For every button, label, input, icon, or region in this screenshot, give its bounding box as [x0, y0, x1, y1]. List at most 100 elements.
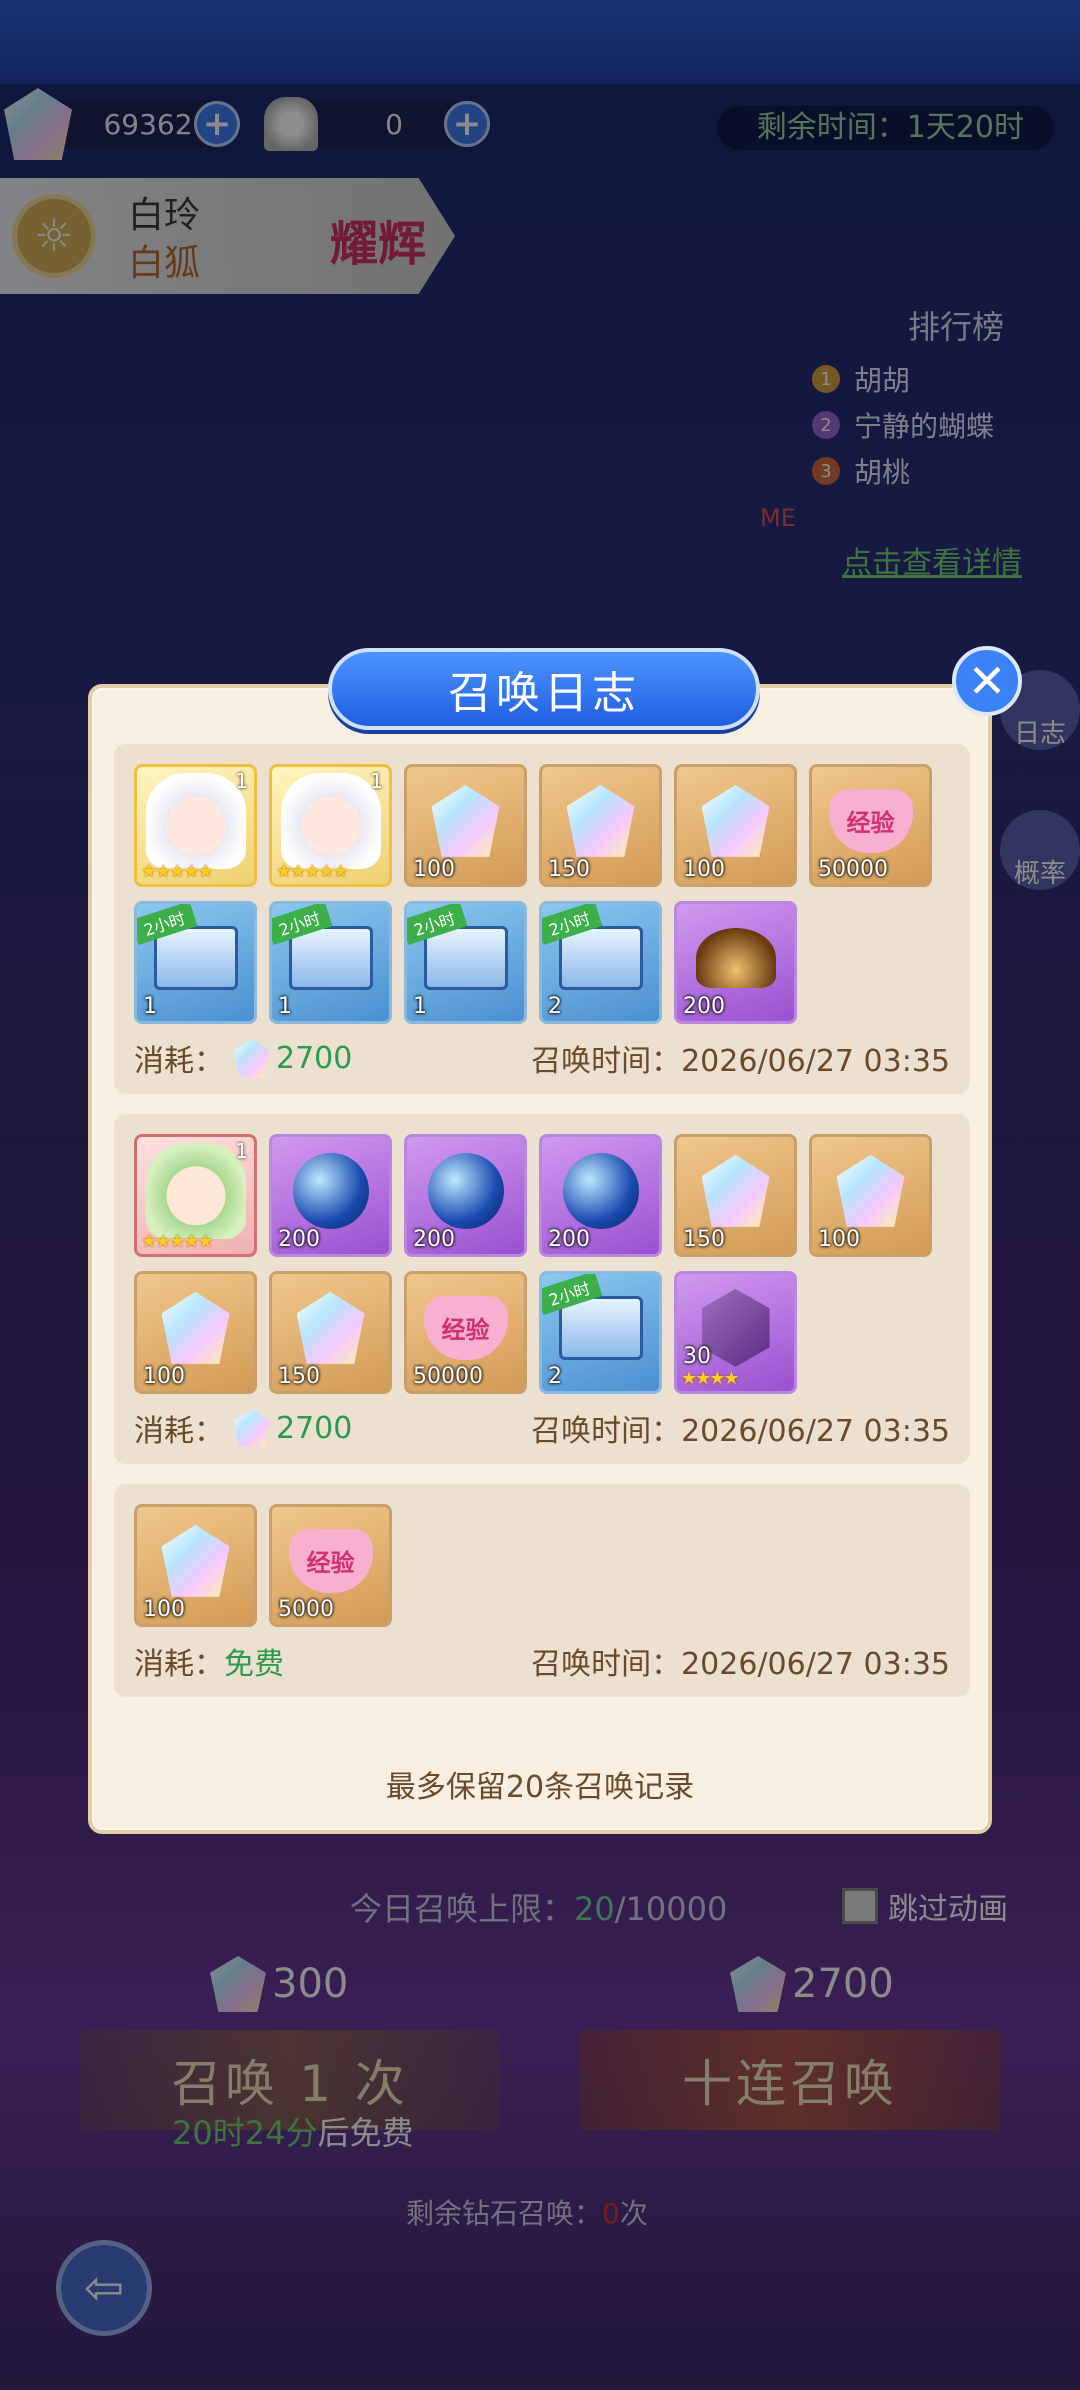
reward-grid: 1 ★★★★★ 200 200 200 150 100 100 150 经验 50000 2小时 2 30… [134, 1134, 942, 1394]
reward-grid: 100 经验 5000 [134, 1504, 942, 1627]
crystal-ball-icon [292, 1152, 369, 1229]
cost-label: 消耗： [134, 1647, 224, 1682]
summon-log-dialog: 召唤日志 ✕ 1 ★★★★★ 1 ★★★★★ 100 150 100 经验 50000 2小时 1 2… [88, 646, 1022, 1834]
item-quantity: 100 [818, 1227, 860, 1252]
reward-item[interactable]: 100 [134, 1271, 257, 1394]
summon-log-list[interactable]: 1 ★★★★★ 1 ★★★★★ 100 150 100 经验 50000 2小时 1 2小时 1 2小时 1… [114, 744, 970, 1734]
summon-record: 1 ★★★★★ 200 200 200 150 100 100 150 经验 50000 2小时 2 30… [114, 1114, 970, 1464]
reward-item[interactable]: 100 [809, 1134, 932, 1257]
cost-value: 2700 [276, 1040, 353, 1076]
reward-item[interactable]: 100 [404, 764, 527, 887]
item-level: 1 [370, 769, 383, 793]
reward-item[interactable]: 150 [539, 764, 662, 887]
diamond-icon [161, 1524, 230, 1597]
item-quantity: 50000 [818, 857, 888, 882]
record-time: 召唤时间：2026/06/27 03:35 [531, 1036, 950, 1080]
close-button[interactable]: ✕ [952, 646, 1022, 716]
time-label: 召唤时间： [531, 1044, 682, 1079]
time-label: 召唤时间： [531, 1647, 682, 1682]
record-footer: 消耗： 2700 召唤时间：2026/06/27 03:35 [134, 1406, 950, 1450]
item-quantity: 1 [413, 994, 427, 1019]
item-quantity: 2 [548, 994, 562, 1019]
star-rating: ★★★★ [681, 1368, 740, 1389]
item-quantity: 200 [278, 1227, 320, 1252]
dialog-title: 召唤日志 [328, 648, 760, 730]
item-quantity: 200 [413, 1227, 455, 1252]
reward-item[interactable]: 200 [539, 1134, 662, 1257]
item-quantity: 100 [143, 1364, 185, 1389]
reward-item[interactable]: 30 ★★★★ [674, 1271, 797, 1394]
item-level: 1 [235, 1139, 248, 1163]
diamond-icon [701, 1154, 770, 1227]
time-value: 2026/06/27 03:35 [681, 1647, 950, 1682]
reward-item[interactable]: 100 [134, 1504, 257, 1627]
item-quantity: 5000 [278, 1597, 334, 1622]
record-time: 召唤时间：2026/06/27 03:35 [531, 1406, 950, 1450]
cost-label: 消耗： [134, 1044, 224, 1079]
cost-value: 2700 [276, 1410, 353, 1446]
reward-grid: 1 ★★★★★ 1 ★★★★★ 100 150 100 经验 50000 2小时 1 2小时 1 2小时 1… [134, 764, 942, 1024]
character-portrait-icon [145, 1142, 246, 1239]
record-cost: 消耗： 2700 [134, 1036, 352, 1080]
reward-item[interactable]: 150 [269, 1271, 392, 1394]
item-quantity: 150 [278, 1364, 320, 1389]
cost-label: 消耗： [134, 1414, 224, 1449]
reward-item[interactable]: 经验 5000 [269, 1504, 392, 1627]
item-quantity: 50000 [413, 1364, 483, 1389]
time-label: 召唤时间： [531, 1414, 682, 1449]
diamond-icon [701, 784, 770, 857]
item-quantity: 2 [548, 1364, 562, 1389]
summon-record: 1 ★★★★★ 1 ★★★★★ 100 150 100 经验 50000 2小时 1 2小时 1 2小时 1… [114, 744, 970, 1094]
item-level: 1 [235, 769, 248, 793]
diamond-icon [161, 1291, 230, 1364]
reward-item[interactable]: 200 [404, 1134, 527, 1257]
item-quantity: 200 [548, 1227, 590, 1252]
diamond-icon [234, 1409, 270, 1447]
reward-item[interactable]: 150 [674, 1134, 797, 1257]
reward-item[interactable]: 经验 50000 [404, 1271, 527, 1394]
exp-heart-icon: 经验 [288, 1528, 373, 1593]
reward-item[interactable]: 1 ★★★★★ [269, 764, 392, 887]
record-limit-note: 最多保留20条召唤记录 [385, 1770, 695, 1805]
reward-item[interactable]: 200 [269, 1134, 392, 1257]
record-footer: 消耗： 免费 召唤时间：2026/06/27 03:35 [134, 1639, 950, 1683]
reward-item[interactable]: 2小时 2 [539, 901, 662, 1024]
reward-item[interactable]: 1 ★★★★★ [134, 764, 257, 887]
close-icon: ✕ [967, 654, 1007, 708]
record-cost: 消耗： 2700 [134, 1406, 352, 1450]
exp-heart-icon: 经验 [423, 1295, 508, 1360]
diamond-icon [234, 1039, 270, 1077]
reward-item[interactable]: 2小时 1 [269, 901, 392, 1024]
item-quantity: 100 [683, 857, 725, 882]
reward-item[interactable]: 100 [674, 764, 797, 887]
character-portrait-icon [145, 772, 246, 869]
cost-value: 免费 [224, 1647, 284, 1682]
item-quantity: 100 [143, 1597, 185, 1622]
reward-item[interactable]: 2小时 1 [134, 901, 257, 1024]
shard-icon [701, 1288, 770, 1367]
item-quantity: 1 [143, 994, 157, 1019]
reward-item[interactable]: 2小时 2 [539, 1271, 662, 1394]
item-quantity: 30 [683, 1344, 711, 1369]
diamond-icon [566, 784, 635, 857]
diamond-icon [836, 1154, 905, 1227]
summon-record: 100 经验 5000 消耗： 免费 召唤时间：2026/06/27 03:35 [114, 1484, 970, 1697]
star-rating: ★★★★★ [141, 861, 214, 882]
time-value: 2026/06/27 03:35 [681, 1414, 950, 1449]
item-quantity: 200 [683, 994, 725, 1019]
diamond-icon [431, 784, 500, 857]
item-quantity: 1 [278, 994, 292, 1019]
reward-item[interactable]: 1 ★★★★★ [134, 1134, 257, 1257]
star-rating: ★★★★★ [141, 1231, 214, 1252]
diamond-icon [296, 1291, 365, 1364]
record-cost: 消耗： 免费 [134, 1639, 284, 1683]
item-quantity: 150 [683, 1227, 725, 1252]
record-time: 召唤时间：2026/06/27 03:35 [531, 1639, 950, 1683]
exp-heart-icon: 经验 [828, 788, 913, 853]
reward-item[interactable]: 经验 50000 [809, 764, 932, 887]
reward-item[interactable]: 2小时 1 [404, 901, 527, 1024]
crystal-ball-icon [562, 1152, 639, 1229]
reward-item[interactable]: 200 [674, 901, 797, 1024]
crystal-ball-icon [427, 1152, 504, 1229]
character-portrait-icon [280, 772, 381, 869]
